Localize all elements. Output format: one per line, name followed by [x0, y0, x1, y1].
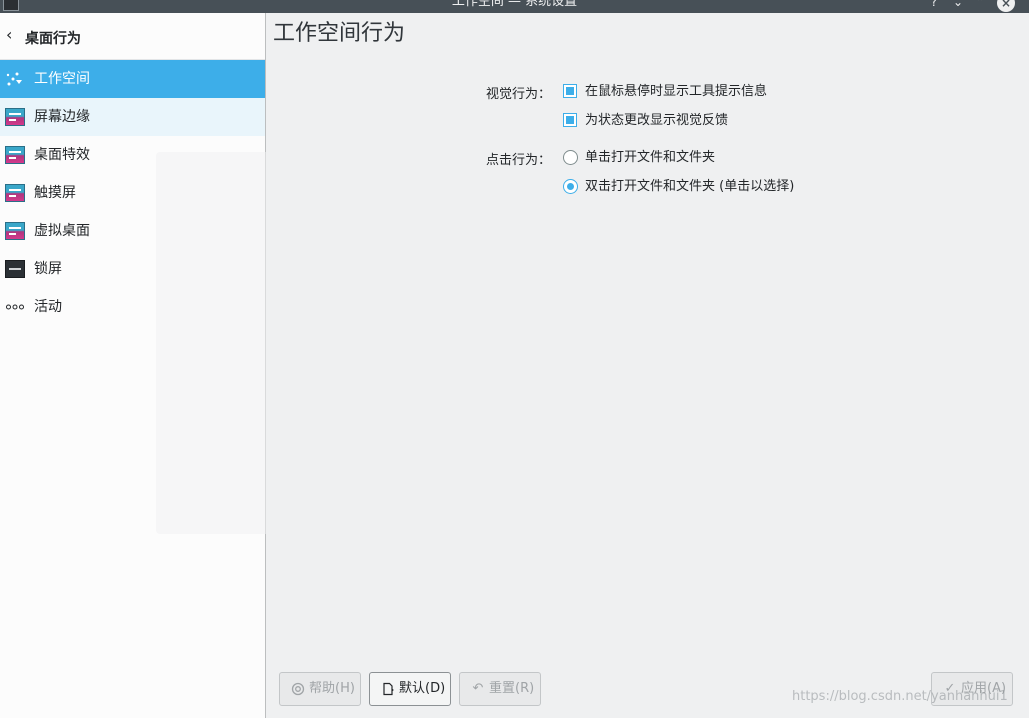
lifebuoy-icon	[290, 673, 306, 705]
radio-checked-icon[interactable]	[563, 179, 578, 194]
minimize-icon[interactable]: ⌄	[951, 0, 965, 9]
option-label: 在鼠标悬停时显示工具提示信息	[585, 84, 768, 99]
sidebar-item-label: 锁屏	[34, 261, 62, 277]
reset-button-label: 重置(R)	[489, 681, 535, 696]
page-title: 工作空间行为	[273, 21, 406, 46]
option-label: 为状态更改显示视觉反馈	[585, 113, 729, 128]
help-button[interactable]: 帮助(H)	[279, 672, 361, 706]
window-title: 工作空间 — 系统设置	[451, 0, 578, 9]
reset-button[interactable]: ↶ 重置(R)	[459, 672, 541, 706]
option-label: 单击打开文件和文件夹	[585, 150, 716, 165]
sidebar-item-label: 虚拟桌面	[34, 223, 90, 239]
click-behavior-label: 点击行为：	[485, 153, 551, 168]
main-panel: 工作空间行为 视觉行为： 在鼠标悬停时显示工具提示信息 为状态更改显示视觉反馈 …	[266, 13, 1029, 718]
close-icon[interactable]: ×	[997, 0, 1015, 12]
sidebar-item-label: 工作空间	[34, 71, 90, 87]
touchscreen-icon	[5, 184, 25, 202]
workspace-icon	[5, 70, 25, 88]
help-button-label: 帮助(H)	[309, 681, 355, 696]
lock-screen-icon	[5, 260, 25, 278]
sidebar-item-label: 桌面特效	[34, 147, 90, 163]
document-defaults-icon	[380, 673, 396, 705]
sidebar-item-label: 屏幕边缘	[34, 109, 90, 125]
desktop-effects-icon	[5, 146, 25, 164]
screen-edges-icon	[5, 108, 25, 126]
checkbox-checked-icon[interactable]	[563, 84, 577, 98]
back-label: 桌面行为	[25, 31, 81, 47]
chevron-left-icon: ‹	[6, 25, 13, 44]
watermark-text: https://blog.csdn.net/yanhanhui1	[792, 689, 1008, 704]
sidebar-item-workspace[interactable]: 工作空间	[0, 60, 265, 98]
activities-icon	[5, 298, 25, 316]
checkbox-checked-icon[interactable]	[563, 113, 577, 127]
maximize-icon[interactable]: ⌃	[973, 0, 987, 9]
defaults-button[interactable]: 默认(D)	[369, 672, 451, 706]
undo-icon: ↶	[472, 681, 484, 696]
option-label: 双击打开文件和文件夹 (单击以选择)	[585, 179, 795, 194]
sidebar-item-label: 活动	[34, 299, 62, 315]
help-icon[interactable]: ?	[927, 0, 941, 9]
defaults-button-label: 默认(D)	[399, 681, 446, 696]
back-button[interactable]: ‹ 桌面行为	[0, 13, 265, 60]
virtual-desktops-icon	[5, 222, 25, 240]
visual-behavior-label: 视觉行为：	[485, 87, 551, 102]
sidebar-item-screen-edges[interactable]: 屏幕边缘	[0, 98, 265, 136]
sidebar-item-label: 触摸屏	[34, 185, 76, 201]
title-bar: 工作空间 — 系统设置 ? ⌄ ⌃ ×	[0, 0, 1029, 13]
radio-unchecked-icon[interactable]	[563, 150, 578, 165]
